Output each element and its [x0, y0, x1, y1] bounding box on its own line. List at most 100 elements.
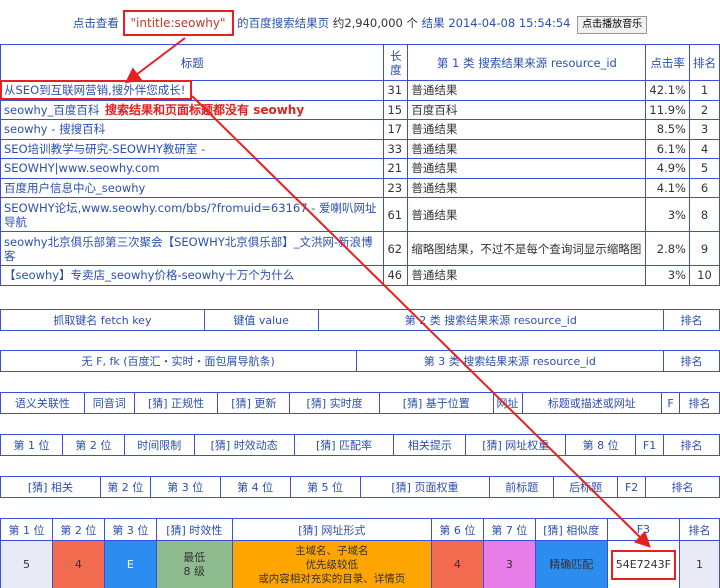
val-f3: 5 [0, 540, 53, 588]
col-source: 第 1 类 搜索结果来源 resource_id [407, 44, 647, 81]
len-cell: 17 [383, 119, 409, 140]
ctr-cell: 6.1% [645, 138, 690, 159]
val-f3: 4 [51, 540, 105, 588]
cell-f2: F2 [617, 476, 647, 498]
rank-cell: 4 [688, 138, 720, 159]
ctr-cell: 42.1% [645, 80, 690, 101]
table-row: 【seowhy】专卖店_seowhy价格-seowhy十万个为什么 46 普通结… [0, 265, 720, 286]
head-f3: 第 3 位 [103, 518, 157, 541]
feature-table-f1: 第 1 位 第 2 位 时间限制 [猜] 时效动态 [猜] 匹配率 相关提示 [… [0, 434, 720, 456]
cell-f1: 第 1 位 [0, 434, 63, 456]
cell-f2: 第 5 位 [289, 476, 361, 498]
ctr-cell: 11.9% [645, 99, 690, 120]
rank-cell: 3 [688, 119, 720, 140]
val-f3: 54E7243F [606, 540, 681, 588]
cell-f2: 第 2 位 [99, 476, 151, 498]
source-3-table: 无 F, fk (百度汇・实时・面包屑导航条) 第 3 类 搜索结果来源 res… [0, 350, 720, 372]
cell-f2: [猜] 页面权重 [359, 476, 491, 498]
cell-f1: 第 2 位 [61, 434, 125, 456]
len-cell: 33 [383, 138, 409, 159]
cell-f1: F1 [635, 434, 665, 456]
results-link[interactable]: 结果 [422, 16, 445, 30]
results-page-label: 的百度搜索结果页 [237, 16, 330, 30]
src-cell: 普通结果 [407, 265, 647, 286]
fetch-key-header: 抓取键名 fetch key [0, 309, 205, 331]
rank-header: 排名 [663, 309, 720, 331]
ctr-cell: 8.5% [645, 119, 690, 140]
head-f3: 第 2 位 [51, 518, 105, 541]
ctr-cell: 2.8% [645, 231, 690, 266]
table-row: 百度用户信息中心_seowhy 23 普通结果 4.1% 6 [0, 177, 720, 198]
result-title-link[interactable]: SEOWHY|www.seowhy.com [4, 161, 160, 175]
src-cell: 普通结果 [407, 80, 647, 101]
val-f3: 1 [679, 540, 720, 588]
rank-cell: 1 [688, 80, 720, 101]
timestamp: 2014-04-08 15:54:54 [448, 16, 571, 30]
cell-f: [猜] 正规性 [133, 392, 219, 414]
len-cell: 15 [383, 99, 409, 120]
keyword-highlight[interactable]: "intitle:seowhy" [122, 10, 234, 36]
play-music-button[interactable]: 点击播放音乐 [577, 16, 648, 34]
result-title-link[interactable]: 【seowhy】专卖店_seowhy价格-seowhy十万个为什么 [4, 268, 294, 282]
view-results-link[interactable]: 点击查看 [73, 16, 119, 30]
page-header: 点击查看 "intitle:seowhy" 的百度搜索结果页 约2,940,00… [0, 10, 720, 36]
head-f3: [猜] 时效性 [155, 518, 233, 541]
result-count: 约2,940,000 个 [332, 16, 419, 30]
len-cell: 61 [383, 197, 409, 232]
cell-f: 排名 [679, 392, 720, 414]
table-row: seowhy - 搜搜百科 17 普通结果 8.5% 3 [0, 119, 720, 140]
cell-f2: [猜] 相关 [0, 476, 101, 498]
result-title-link[interactable]: SEOWHY论坛,www.seowhy.com/bbs/?fromuid=631… [4, 201, 376, 229]
table-row: SEOWHY|www.seowhy.com 21 普通结果 4.9% 5 [0, 158, 720, 179]
table-row: seowhy_百度百科 搜索结果和页面标题都没有 seowhy 15 百度百科 … [0, 99, 720, 120]
ctr-cell: 3% [645, 197, 690, 232]
ctr-cell: 4.9% [645, 158, 690, 179]
cell-f: F [661, 392, 681, 414]
table-row: seowhy北京俱乐部第三次聚会【SEOWHY北京俱乐部】_文洪网-新浪博客 6… [0, 231, 720, 266]
rank-cell: 5 [688, 158, 720, 179]
src-cell: 普通结果 [407, 119, 647, 140]
col-rank: 排名 [688, 44, 720, 81]
len-cell: 62 [383, 231, 409, 266]
table-row: SEO培训教学与研究-SEOWHY教研室 - 33 普通结果 6.1% 4 [0, 138, 720, 159]
cell-f1: 时间限制 [123, 434, 195, 456]
col-length: 长度 [383, 44, 409, 81]
len-cell: 31 [383, 80, 409, 101]
cell-f2: 第 3 位 [149, 476, 221, 498]
result-title-link[interactable]: SEO培训教学与研究-SEOWHY教研室 - [4, 142, 205, 156]
cell-f1: [猜] 匹配率 [293, 434, 395, 456]
src-cell: 普通结果 [407, 197, 647, 232]
result-title-link[interactable]: seowhy - 搜搜百科 [4, 122, 105, 136]
val-f3: 最低 8 级 [155, 540, 233, 588]
len-cell: 21 [383, 158, 409, 179]
src-cell: 缩略图结果，不过不是每个查询词显示缩略图 [407, 231, 647, 266]
cell-f1: [猜] 网址权重 [465, 434, 567, 456]
fetch-key-table: 抓取键名 fetch key 键值 value 第 2 类 搜索结果来源 res… [0, 309, 720, 331]
head-f3: 第 1 位 [0, 518, 53, 541]
result-title-link[interactable]: seowhy北京俱乐部第三次聚会【SEOWHY北京俱乐部】_文洪网-新浪博客 [4, 235, 373, 263]
src-cell: 百度百科 [407, 99, 647, 120]
len-cell: 23 [383, 177, 409, 198]
val-f3: 精确匹配 [534, 540, 608, 588]
cell-f: 语义关联性 [0, 392, 85, 414]
result-title-link[interactable]: seowhy_百度百科 [4, 103, 99, 117]
cell-f: 同音词 [83, 392, 135, 414]
head-f3: F3 [606, 518, 681, 541]
cell-f2: 后标题 [553, 476, 619, 498]
feature-table-f2: [猜] 相关 第 2 位 第 3 位 第 4 位 第 5 位 [猜] 页面权重 … [0, 476, 720, 498]
source-2-header: 第 2 类 搜索结果来源 resource_id [317, 309, 665, 331]
rank-header: 排名 [663, 350, 720, 372]
source-3-header: 第 3 类 搜索结果来源 resource_id [355, 350, 665, 372]
result-title-link[interactable]: 百度用户信息中心_seowhy [4, 181, 145, 195]
no-fk-header: 无 F, fk (百度汇・实时・面包屑导航条) [0, 350, 357, 372]
head-f3: 第 7 位 [482, 518, 536, 541]
cell-f1: 相关提示 [393, 434, 467, 456]
head-f3: 排名 [679, 518, 720, 541]
feature-table-f3: 第 1 位 第 2 位 第 3 位 [猜] 时效性 [猜] 网址形式 第 6 位… [0, 518, 720, 588]
col-ctr: 点击率 [645, 44, 690, 81]
cell-f1: 第 8 位 [565, 434, 637, 456]
annotation-text: 搜索结果和页面标题都没有 seowhy [105, 102, 305, 117]
ctr-cell: 4.1% [645, 177, 690, 198]
rank-cell: 9 [688, 231, 720, 266]
first-title-highlight [0, 80, 192, 100]
